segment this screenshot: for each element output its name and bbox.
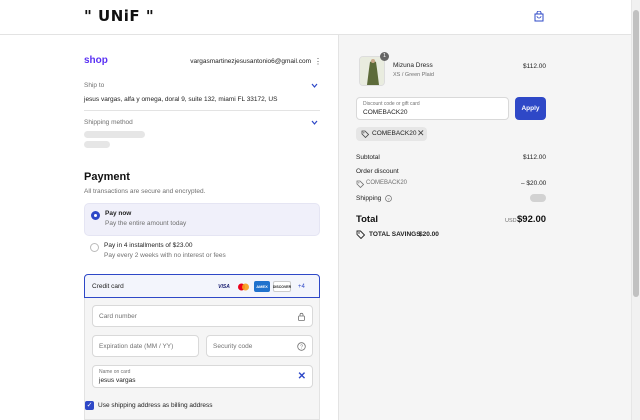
help-icon[interactable]: ? xyxy=(297,342,306,351)
total-value: $92.00 xyxy=(517,214,547,225)
checkout-main: shop vargasmartinezjesusantonio6@gmail.c… xyxy=(0,35,338,420)
credit-card-label: Credit card xyxy=(92,283,124,290)
clear-icon[interactable]: ✕ xyxy=(298,371,306,382)
name-on-card-label: Name on card xyxy=(99,369,131,375)
total-savings-label: TOTAL SAVINGS xyxy=(369,231,421,238)
visa-icon: VISA xyxy=(218,283,230,290)
total-currency: USD xyxy=(505,218,517,224)
product-price: $112.00 xyxy=(523,63,547,70)
card-number-field[interactable]: Card number xyxy=(92,305,313,327)
pay-installments-radio[interactable] xyxy=(90,243,99,252)
scrollbar-thumb[interactable] xyxy=(633,10,639,297)
pay-now-radio[interactable] xyxy=(91,211,100,220)
pay-now-title: Pay now xyxy=(105,210,132,217)
more-options-icon[interactable]: ⋮ xyxy=(314,57,322,66)
discount-code-label: Discount code or gift card xyxy=(363,101,420,107)
pay-now-option[interactable]: Pay now Pay the entire amount today xyxy=(84,203,320,236)
tag-icon xyxy=(361,130,369,138)
svg-text:?: ? xyxy=(300,345,303,351)
apply-button[interactable]: Apply xyxy=(515,97,546,120)
billing-address-checkbox[interactable]: ✓ xyxy=(85,401,94,410)
total-label: Total xyxy=(356,214,378,225)
quantity-badge: 1 xyxy=(380,52,389,61)
page-scrollbar[interactable] xyxy=(631,0,640,420)
pay-installments-title: Pay in 4 installments of $23.00 xyxy=(104,242,193,249)
subtotal-value: $112.00 xyxy=(523,154,547,161)
card-number-placeholder: Card number xyxy=(99,313,137,320)
ship-to-label: Ship to xyxy=(84,82,105,89)
help-icon[interactable]: ? xyxy=(385,195,392,202)
tag-icon xyxy=(356,230,365,239)
order-discount-label: Order discount xyxy=(356,168,399,175)
svg-text:?: ? xyxy=(387,196,390,201)
header: " UNiF " xyxy=(0,0,631,35)
payment-title: Payment xyxy=(84,171,130,183)
order-discount-code: COMEBACK20 xyxy=(366,180,408,186)
shipping-label: Shipping xyxy=(356,195,382,202)
expiration-date-field[interactable]: Expiration date (MM / YY) xyxy=(92,335,199,357)
applied-discount-chip: COMEBACK20 ✕ xyxy=(356,127,427,141)
remove-discount-icon[interactable]: ✕ xyxy=(417,128,425,139)
total-savings-value: $20.00 xyxy=(419,231,439,238)
billing-address-label: Use shipping address as billing address xyxy=(98,402,213,409)
card-logos: VISA AMEX DISCOVER +4 xyxy=(216,281,305,292)
tag-icon xyxy=(356,180,364,188)
more-cards-count: +4 xyxy=(298,283,305,290)
chevron-down-icon[interactable] xyxy=(310,118,319,127)
payment-subtitle: All transactions are secure and encrypte… xyxy=(84,188,206,195)
name-on-card-value: jesus vargas xyxy=(99,377,136,384)
discount-code-field[interactable]: Discount code or gift card COMEBACK20 xyxy=(356,97,509,120)
account-email: vargasmartinezjesusantonio6@gmail.com xyxy=(190,58,311,65)
subtotal-label: Subtotal xyxy=(356,154,380,161)
product-variant: XS / Green Plaid xyxy=(393,72,434,78)
amex-icon: AMEX xyxy=(254,281,270,292)
expiration-date-placeholder: Expiration date (MM / YY) xyxy=(99,343,174,350)
shipping-method-label: Shipping method xyxy=(84,119,133,126)
security-code-field[interactable]: Security code ? xyxy=(206,335,313,357)
store-logo[interactable]: " UNiF " xyxy=(84,7,154,25)
loading-placeholder xyxy=(84,131,145,138)
pay-now-subtitle: Pay the entire amount today xyxy=(105,220,187,227)
product-thumbnail xyxy=(359,56,385,86)
divider xyxy=(84,110,320,111)
loading-placeholder xyxy=(84,141,110,148)
chevron-down-icon[interactable] xyxy=(310,81,319,90)
discover-icon: DISCOVER xyxy=(273,281,291,292)
lock-icon xyxy=(298,312,305,321)
credit-card-option[interactable]: Credit card VISA AMEX DISCOVER +4 xyxy=(84,274,320,298)
order-discount-value: – $20.00 xyxy=(521,180,547,187)
security-code-placeholder: Security code xyxy=(213,343,253,350)
product-name: Mizuna Dress xyxy=(393,62,433,69)
shopping-bag-icon[interactable] xyxy=(534,11,544,22)
shipping-loading-placeholder xyxy=(530,194,546,202)
applied-discount-code: COMEBACK20 xyxy=(372,130,417,137)
shop-pay-logo: shop xyxy=(84,55,108,66)
ship-to-address: jesus vargas, alfa y omega, doral 9, sui… xyxy=(84,96,278,103)
mastercard-icon xyxy=(235,281,251,292)
pay-installments-subtitle: Pay every 2 weeks with no interest or fe… xyxy=(104,252,226,259)
pay-installments-option[interactable]: Pay in 4 installments of $23.00 Pay ever… xyxy=(84,236,320,269)
order-summary: 1 Mizuna Dress XS / Green Plaid $112.00 … xyxy=(338,35,631,420)
name-on-card-field[interactable]: Name on card jesus vargas ✕ xyxy=(92,365,313,388)
discount-code-value: COMEBACK20 xyxy=(363,109,408,116)
